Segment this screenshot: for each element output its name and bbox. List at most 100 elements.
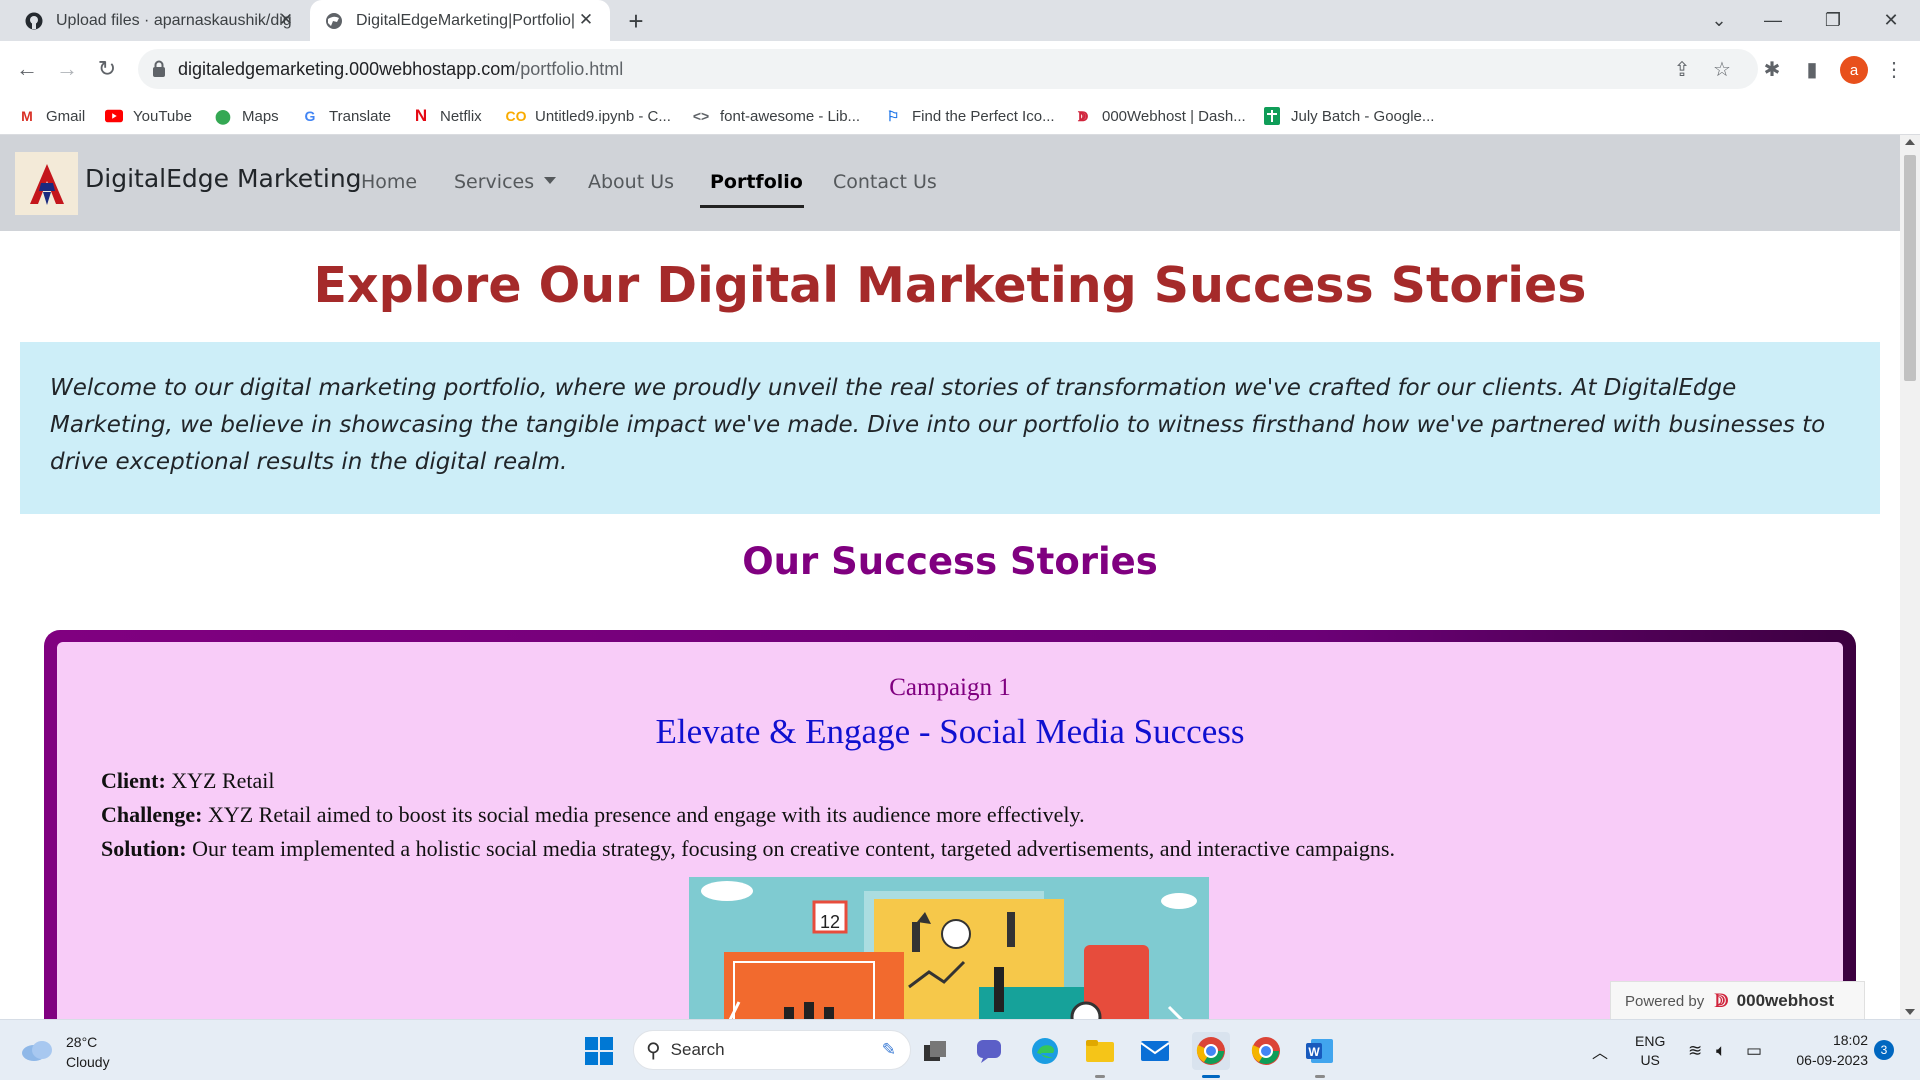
- tab-title: DigitalEdgeMarketing|Portfolio|: [356, 11, 576, 29]
- language-indicator[interactable]: ENG US: [1635, 1020, 1665, 1080]
- chrome-icon[interactable]: [1192, 1032, 1230, 1070]
- running-indicator: [1095, 1075, 1105, 1078]
- running-indicator: [1315, 1075, 1325, 1078]
- page-scrollbar[interactable]: [1900, 135, 1920, 1019]
- tab-title: Upload files · aparnaskaushik/dig: [56, 11, 292, 29]
- weather-widget[interactable]: 28°C Cloudy: [20, 1032, 110, 1072]
- close-window-icon[interactable]: ✕: [1866, 0, 1916, 41]
- task-view-icon[interactable]: [916, 1032, 954, 1070]
- webhost-icon: ↇ: [1077, 107, 1089, 124]
- campaign-title: Elevate & Engage - Social Media Success: [655, 712, 1245, 751]
- bookmark-translate[interactable]: G Translate: [301, 105, 391, 127]
- section-title: Our Success Stories: [742, 540, 1158, 583]
- bookmark-label: 000Webhost | Dash...: [1102, 107, 1246, 125]
- tab-upload-files[interactable]: Upload files · aparnaskaushik/dig ✕: [10, 0, 310, 41]
- bookmark-colab[interactable]: CO Untitled9.ipynb - C...: [506, 105, 671, 127]
- bookmark-maps[interactable]: ⬤ Maps: [214, 105, 279, 127]
- scrollbar-thumb[interactable]: [1904, 155, 1916, 381]
- bookmark-label: Gmail: [46, 107, 86, 125]
- teams-chat-icon[interactable]: [970, 1032, 1008, 1070]
- page-viewport: DigitalEdge Marketing Home Services Abou…: [0, 135, 1900, 1019]
- campaign-card: Campaign 1 Elevate & Engage - Social Med…: [57, 642, 1843, 1019]
- bookmark-label: YouTube: [133, 107, 192, 125]
- nav-services[interactable]: Services: [454, 171, 557, 193]
- file-explorer-icon[interactable]: [1081, 1032, 1119, 1070]
- battery-icon[interactable]: ▭: [1746, 1020, 1762, 1080]
- tab-search-chevron-icon[interactable]: ⌄: [1694, 0, 1744, 41]
- new-tab-button[interactable]: +: [620, 6, 652, 36]
- client-value: XYZ Retail: [171, 768, 275, 793]
- notification-badge[interactable]: 3: [1874, 1040, 1894, 1060]
- address-bar[interactable]: digitaledgemarketing.000webhostapp.com/p…: [138, 49, 1758, 89]
- edge-icon[interactable]: [1026, 1032, 1064, 1070]
- taskbar-search[interactable]: ⚲ Search ✎: [633, 1030, 911, 1070]
- forward-icon[interactable]: →: [50, 52, 84, 86]
- share-icon[interactable]: ⇪: [1670, 57, 1694, 81]
- scroll-up-icon[interactable]: [1905, 139, 1915, 145]
- maps-icon: ⬤: [215, 107, 231, 124]
- clock-date: 06-09-2023: [1796, 1052, 1868, 1068]
- restore-icon[interactable]: ❐: [1808, 0, 1858, 41]
- back-icon[interactable]: ←: [10, 52, 44, 86]
- brand-logo[interactable]: [15, 152, 78, 215]
- bookmark-000webhost[interactable]: ↇ 000Webhost | Dash...: [1074, 105, 1246, 127]
- bookmark-label: July Batch - Google...: [1291, 107, 1435, 125]
- page-title: Explore Our Digital Marketing Success St…: [313, 257, 1587, 314]
- youtube-icon: [105, 107, 123, 125]
- svg-text:W: W: [1308, 1045, 1320, 1059]
- star-icon[interactable]: ☆: [1710, 57, 1734, 81]
- close-tab-icon[interactable]: ✕: [276, 10, 296, 30]
- active-nav-underline: [700, 205, 804, 208]
- nav-home[interactable]: Home: [361, 171, 417, 193]
- clock-time: 18:02: [1832, 1032, 1868, 1048]
- brand-name[interactable]: DigitalEdge Marketing: [85, 164, 362, 193]
- running-indicator-active: [1202, 1075, 1220, 1078]
- profile-avatar[interactable]: a: [1840, 56, 1868, 84]
- chrome-profile-icon[interactable]: [1247, 1032, 1285, 1070]
- bookmark-youtube[interactable]: YouTube: [105, 105, 192, 127]
- extensions-icon[interactable]: ✱: [1758, 55, 1786, 83]
- chevron-up-icon: ︿: [1592, 1044, 1609, 1062]
- lang-bottom: US: [1640, 1051, 1660, 1068]
- campaign-solution: Solution: Our team implemented a holisti…: [101, 836, 1395, 862]
- menu-kebab-icon[interactable]: ⋮: [1880, 55, 1908, 83]
- tab-portfolio[interactable]: DigitalEdgeMarketing|Portfolio| ✕: [310, 0, 610, 41]
- side-panel-icon[interactable]: ▮: [1798, 55, 1826, 83]
- word-icon[interactable]: W: [1301, 1032, 1339, 1070]
- bookmark-icons[interactable]: ⚐ Find the Perfect Ico...: [884, 105, 1055, 127]
- mail-icon[interactable]: [1136, 1032, 1174, 1070]
- powered-brand: 000webhost: [1736, 991, 1834, 1010]
- weather-desc: Cloudy: [66, 1054, 110, 1070]
- reload-icon[interactable]: ↻: [90, 52, 124, 86]
- translate-icon: G: [304, 108, 316, 124]
- show-hidden-icons[interactable]: ︿: [1592, 1020, 1608, 1080]
- powered-by-badge[interactable]: Powered by ↇ 000webhost: [1610, 981, 1865, 1019]
- chevron-down-icon: [544, 177, 557, 184]
- bookmark-font-awesome[interactable]: <> font-awesome - Lib...: [692, 105, 860, 127]
- nav-contact[interactable]: Contact Us: [833, 171, 937, 193]
- solution-label: Solution:: [101, 836, 187, 861]
- netflix-icon: N: [414, 106, 428, 125]
- bookmark-july-batch[interactable]: July Batch - Google...: [1263, 105, 1434, 127]
- close-tab-icon[interactable]: ✕: [576, 10, 596, 30]
- bookmark-gmail[interactable]: M Gmail: [18, 105, 85, 127]
- scroll-down-icon[interactable]: [1905, 1009, 1915, 1015]
- lang-top: ENG: [1635, 1032, 1666, 1049]
- url-path: /portfolio.html: [515, 59, 624, 79]
- bookmark-netflix[interactable]: N Netflix: [412, 105, 482, 127]
- taskbar-clock[interactable]: 18:02 06-09-2023: [1778, 1030, 1868, 1070]
- browser-tab-bar: Upload files · aparnaskaushik/dig ✕ Digi…: [0, 0, 1920, 41]
- volume-icon[interactable]: 🔈︎: [1716, 1020, 1726, 1080]
- weather-temp: 28°C: [66, 1034, 98, 1050]
- start-icon[interactable]: [580, 1032, 618, 1070]
- minimize-icon[interactable]: —: [1748, 0, 1798, 41]
- url-host: digitaledgemarketing.000webhostapp.com: [178, 59, 516, 79]
- flag-icon: ⚐: [886, 107, 900, 124]
- bookmark-label: Maps: [242, 107, 279, 125]
- nav-portfolio[interactable]: Portfolio: [710, 171, 803, 193]
- windows-taskbar: 28°C Cloudy ⚲ Search ✎ W ︿ ENG US ≋ 🔈︎ ▭ …: [0, 1019, 1920, 1080]
- nav-about[interactable]: About Us: [588, 171, 674, 193]
- wifi-icon[interactable]: ≋: [1688, 1020, 1702, 1080]
- site-navbar: DigitalEdge Marketing Home Services Abou…: [0, 135, 1900, 231]
- cloud-icon: [20, 1038, 54, 1067]
